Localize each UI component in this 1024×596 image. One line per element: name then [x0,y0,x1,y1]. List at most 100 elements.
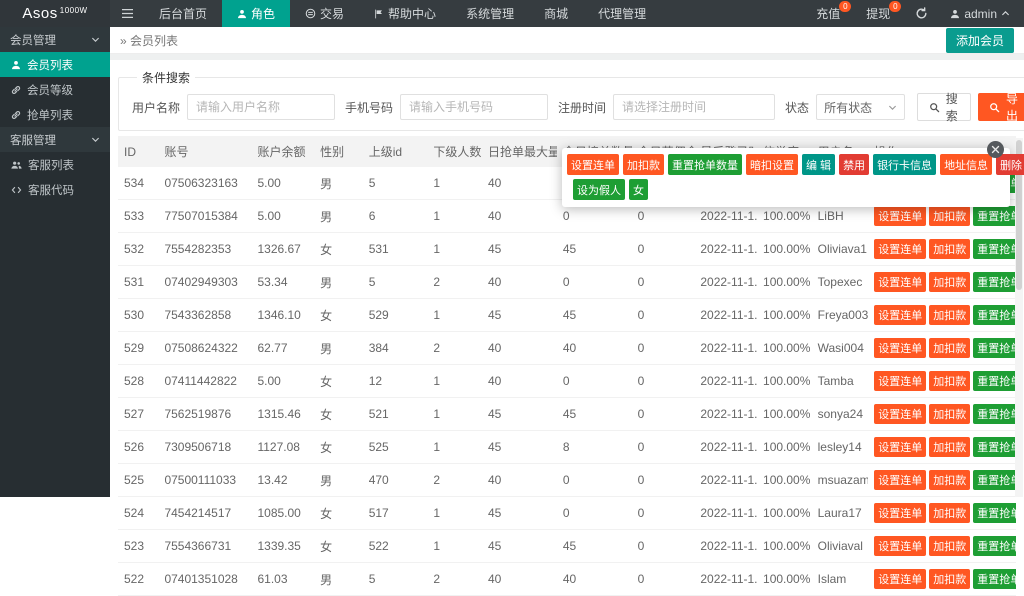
search-input-3[interactable] [613,94,775,120]
row-action-button[interactable]: 重置抢单数量 [973,569,1016,589]
row-action-button[interactable]: 重置抢单数量 [973,338,1016,358]
nav-item-label: 角色 [251,5,275,22]
quick-link-1[interactable]: 充值0 [803,0,853,27]
row-action-button[interactable]: 设置连单 [874,503,926,523]
sidebar-item-1-2[interactable]: 会员等级 [0,77,110,102]
nav-item-2[interactable]: 角色 [222,0,290,27]
popup-action-button[interactable]: 编 辑 [802,154,835,175]
search-input-1[interactable] [187,94,335,120]
row-action-button[interactable]: 加扣款 [929,371,970,391]
nav-item-1[interactable]: 后台首页 [144,0,222,27]
nav-item-7[interactable]: 代理管理 [583,0,661,27]
popup-row-1: 设置连单加扣款重置抢单数量暗扣设置编 辑禁用银行卡信息地址信息删除刷新二维码查看… [567,154,1005,175]
row-action-button[interactable]: 重置抢单数量 [973,272,1016,292]
cell-today-orders: 40 [557,332,632,365]
popup-action-button[interactable]: 禁用 [839,154,869,175]
cell-today-commission: 0 [632,365,695,398]
search-button[interactable]: 搜 索 [917,93,971,121]
row-action-button[interactable]: 重置抢单数量 [973,404,1016,424]
row-action-button[interactable]: 设置连单 [874,569,926,589]
status-select[interactable]: 所有状态 [816,94,905,120]
nav-item-5[interactable]: 系统管理 [451,0,529,27]
popup-action-button[interactable]: 银行卡信息 [873,154,936,175]
cell-actions: 设置连单加扣款重置抢单数量... [868,563,1016,596]
row-action-button[interactable]: 重置抢单数量 [973,206,1016,226]
popup-action-button[interactable]: 设为假人 [573,179,625,200]
row-action-button[interactable]: 设置连单 [874,470,926,490]
chevron-down-icon [91,135,100,144]
sidebar-item-2-2[interactable]: 客服代码 [0,177,110,202]
row-action-button[interactable]: 重置抢单数量 [973,470,1016,490]
cell-last-login: 2022-11-1... [694,530,757,563]
cell-today-orders: 45 [557,530,632,563]
search-input-2[interactable] [400,94,548,120]
cell-account: 07402949303 [158,266,251,299]
quick-link-2[interactable]: 提现0 [853,0,903,27]
popup-action-button[interactable]: 女 [629,179,648,200]
sidebar-group-1[interactable]: 会员管理 [0,27,110,52]
cell-gender: 男 [314,332,363,365]
sidebar-item-2-1[interactable]: 客服列表 [0,152,110,177]
row-action-button[interactable]: 加扣款 [929,536,970,556]
row-action-button[interactable]: 重置抢单数量 [973,239,1016,259]
popup-action-button[interactable]: 重置抢单数量 [668,154,742,175]
popup-action-button[interactable]: 暗扣设置 [746,154,798,175]
cell-last-login: 2022-11-1... [694,431,757,464]
row-action-button[interactable]: 加扣款 [929,239,970,259]
cell-subs: 1 [427,497,482,530]
row-action-button[interactable]: 加扣款 [929,338,970,358]
nav-item-6[interactable]: 商城 [529,0,583,27]
row-action-button[interactable]: 设置连单 [874,404,926,424]
add-member-button[interactable]: 添加会员 [946,28,1014,53]
cell-balance: 1346.10 [251,299,314,332]
row-action-button[interactable]: 设置连单 [874,272,926,292]
cell-gender: 男 [314,563,363,596]
row-action-button[interactable]: 加扣款 [929,206,970,226]
popup-action-button[interactable]: 加扣款 [623,154,664,175]
row-action-button[interactable]: 重置抢单数量 [973,536,1016,556]
search-field-label-1: 用户名称 [132,99,180,116]
row-action-button[interactable]: 加扣款 [929,404,970,424]
topbar-nav: 后台首页 角色交易帮助中心系统管理商城代理管理 [144,0,661,27]
row-action-button[interactable]: 设置连单 [874,536,926,556]
cell-parent: 521 [363,398,428,431]
sidebar-item-1-1[interactable]: 会员列表 [0,52,110,77]
table-row: 52775625198761315.46女5211454502022-11-1.… [118,398,1016,431]
user-menu[interactable]: admin [940,0,1024,27]
row-action-button[interactable]: 设置连单 [874,305,926,325]
row-action-button[interactable]: 重置抢单数量 [973,437,1016,457]
nav-item-3[interactable]: 交易 [290,0,359,27]
cell-id: 534 [118,167,158,200]
sidebar-item-1-3[interactable]: 抢单列表 [0,102,110,127]
popup-action-button[interactable]: 设置连单 [567,154,619,175]
row-action-button[interactable]: 设置连单 [874,338,926,358]
hamburger-icon[interactable] [110,0,144,27]
notification-badge: 0 [839,1,851,12]
row-action-button[interactable]: 重置抢单数量 [973,305,1016,325]
breadcrumb-label[interactable]: 会员列表 [130,34,178,48]
nav-item-4[interactable]: 帮助中心 [359,0,451,27]
row-action-button[interactable]: 加扣款 [929,503,970,523]
row-action-button[interactable]: 设置连单 [874,206,926,226]
row-action-button[interactable]: 加扣款 [929,569,970,589]
row-action-button[interactable]: 加扣款 [929,437,970,457]
vertical-scrollbar[interactable] [1015,138,1023,497]
row-action-button[interactable]: 设置连单 [874,239,926,259]
cell-account: 07508624322 [158,332,251,365]
breadcrumb-prefix: » [120,34,127,48]
row-action-button[interactable]: 加扣款 [929,272,970,292]
row-action-button[interactable]: 重置抢单数量 [973,503,1016,523]
row-action-button[interactable]: 设置连单 [874,371,926,391]
row-action-button[interactable]: 重置抢单数量 [973,371,1016,391]
column-header: 账号 [158,136,251,167]
close-icon[interactable] [987,141,1004,158]
row-action-button[interactable]: 设置连单 [874,437,926,457]
popup-action-button[interactable]: 地址信息 [940,154,992,175]
row-action-button[interactable]: 加扣款 [929,305,970,325]
refresh-icon[interactable] [903,0,940,27]
table-row: 52375543667311339.35女5221454502022-11-1.… [118,530,1016,563]
export-button[interactable]: 导 出 [978,93,1024,121]
popup-action-button[interactable]: 删除 [996,154,1024,175]
sidebar-group-2[interactable]: 客服管理 [0,127,110,152]
row-action-button[interactable]: 加扣款 [929,470,970,490]
